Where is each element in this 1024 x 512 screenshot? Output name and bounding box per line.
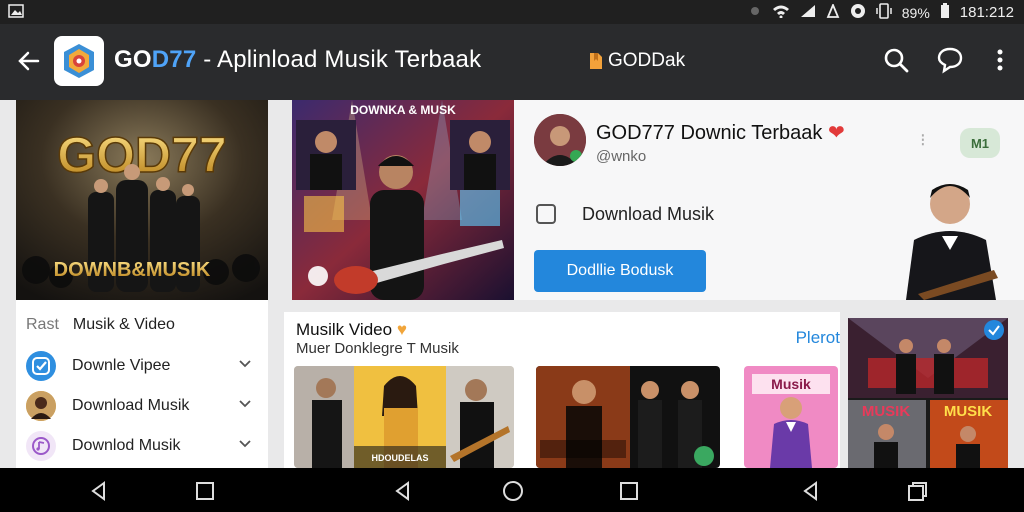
battery-icon <box>940 3 950 22</box>
chevron-down-icon <box>238 436 252 454</box>
search-icon[interactable] <box>882 46 910 74</box>
poster-subtitle: DOWNB&MUSIK <box>54 259 211 281</box>
thumb-caption: HDOUDELAS <box>371 453 428 463</box>
gallery-icon <box>8 4 24 21</box>
app-bar: GOD77 - Aplinload Musik Terbaak GODDak <box>0 24 1024 100</box>
right-video-grid[interactable]: MUSIK MUSIK <box>848 318 1008 468</box>
vibrate-icon <box>875 3 892 22</box>
status-time: 181:212 <box>959 4 1014 21</box>
chevron-down-icon <box>238 356 252 374</box>
menu-item-download-video[interactable]: Downle Vipee <box>26 348 258 384</box>
navigation-bar <box>0 468 1024 512</box>
book-icon <box>590 53 602 69</box>
check-circle-icon <box>26 351 56 381</box>
profile-handle: @wnko <box>596 148 647 165</box>
menu-item-downlod-musik[interactable]: Downlod Musik <box>26 428 258 464</box>
grid-caption: MUSIK <box>862 403 911 420</box>
video-thumbnail[interactable]: HDOUDELAS <box>294 366 514 468</box>
menu-item-label: Download Musik <box>72 397 190 414</box>
left-panel: GOD77 DOWNB&MUSIK Rast Musik & Video Dow… <box>16 100 268 468</box>
hero-caption: DOWNKA & MUSK <box>350 103 456 117</box>
poster-image[interactable]: GOD77 DOWNB&MUSIK <box>16 100 268 300</box>
back-nav-icon[interactable] <box>88 480 110 502</box>
hero-image[interactable]: DOWNKA & MUSK <box>292 100 514 300</box>
download-button[interactable]: Dodllie Bodusk <box>534 250 706 292</box>
chat-icon[interactable] <box>936 46 964 74</box>
avatar-icon <box>26 391 56 421</box>
status-bar: 89% 181:212 <box>0 0 1024 24</box>
settings-icon <box>748 4 762 21</box>
back-arrow-icon[interactable] <box>16 48 42 74</box>
profile-name: GOD777 Downic Terbaak ❤ <box>596 122 845 144</box>
section-title: Musilk Video ♥ <box>296 320 407 339</box>
thumb-caption: Musik <box>771 376 811 392</box>
center-label[interactable]: GODDak <box>588 50 685 72</box>
back-nav-icon[interactable] <box>392 480 414 502</box>
video-section: Musilk Video ♥ Muer Donklegre T Musik Pl… <box>284 312 840 468</box>
image-icon <box>536 204 556 224</box>
battery-percent: 89% <box>901 4 930 21</box>
wifi-icon <box>772 4 790 21</box>
recents-nav-icon[interactable] <box>194 480 216 502</box>
back-nav-icon[interactable] <box>800 480 822 502</box>
profile-avatar[interactable] <box>534 114 586 166</box>
app-title: GOD77 - Aplinload Musik Terbaak <box>114 46 482 73</box>
section-subtitle: Muer Donklegre T Musik <box>296 340 459 357</box>
data-icon <box>826 2 840 21</box>
music-note-icon <box>26 431 56 461</box>
list-header: Rast Musik & Video <box>26 316 175 333</box>
main-content: GOD77 DOWNB&MUSIK Rast Musik & Video Dow… <box>0 100 1024 468</box>
poster-title: GOD77 <box>57 127 227 183</box>
video-thumbnail[interactable] <box>536 366 720 468</box>
sync-icon <box>850 3 866 22</box>
recents-nav-icon[interactable] <box>618 480 640 502</box>
signal-icon <box>800 4 816 21</box>
profile-card: GOD777 Downic Terbaak ❤ @wnko ⁝ M1 Downl… <box>514 100 1024 300</box>
overview-nav-icon[interactable] <box>906 480 928 502</box>
see-more-link[interactable]: Plerot <box>796 328 840 348</box>
profile-photo <box>884 170 1010 300</box>
home-nav-icon[interactable] <box>502 480 524 502</box>
more-vert-icon[interactable] <box>986 46 1014 74</box>
menu-item-download-musik[interactable]: Download Musik <box>26 388 258 424</box>
profile-badge[interactable]: M1 <box>960 128 1000 158</box>
divider: ⁝ <box>920 130 926 150</box>
grid-caption: MUSIK <box>944 403 993 420</box>
menu-item-label: Downlod Musik <box>72 437 181 454</box>
heart-icon: ❤ <box>827 122 845 144</box>
menu-item-label: Downle Vipee <box>72 357 171 374</box>
video-thumbnail[interactable]: Musik <box>744 366 838 468</box>
app-logo[interactable] <box>54 36 104 86</box>
chevron-down-icon <box>238 396 252 414</box>
heart-icon: ♥ <box>396 320 407 339</box>
